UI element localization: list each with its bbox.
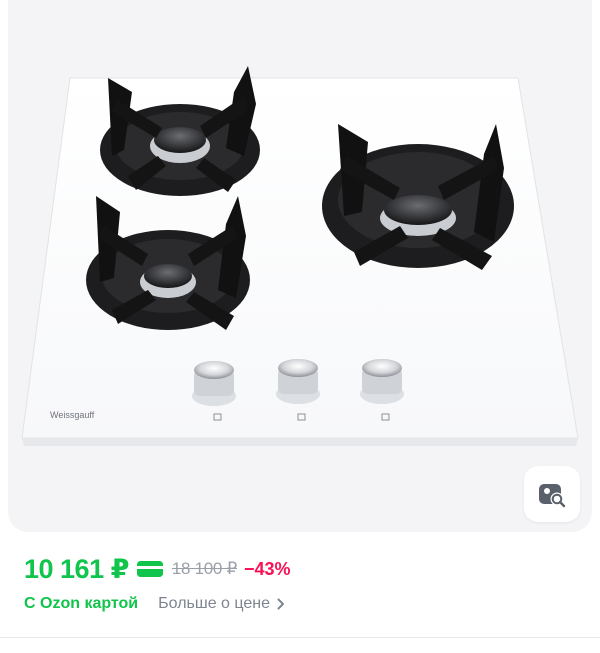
image-search-icon <box>537 479 567 509</box>
price-row: 10 161 ₽ 18 100 ₽ −43% <box>24 552 291 586</box>
brand-mark: Weissgauff <box>50 410 95 420</box>
image-search-button[interactable] <box>524 466 580 522</box>
price-details-row: С Ozon картой Больше о цене <box>24 592 285 616</box>
section-divider <box>0 637 600 638</box>
ozon-card-label: С Ozon картой <box>24 595 139 612</box>
product-gallery[interactable]: Weissgauff <box>8 0 592 532</box>
current-price: 10 161 ₽ <box>24 553 129 584</box>
more-about-price-link[interactable]: Больше о цене <box>158 595 285 613</box>
card-icon <box>136 561 163 577</box>
old-price: 18 100 ₽ <box>171 559 238 578</box>
discount-badge: −43% <box>244 558 291 579</box>
product-image[interactable]: Weissgauff <box>8 0 592 532</box>
chevron-right-icon <box>277 598 285 610</box>
more-about-price-label: Больше о цене <box>158 595 270 612</box>
